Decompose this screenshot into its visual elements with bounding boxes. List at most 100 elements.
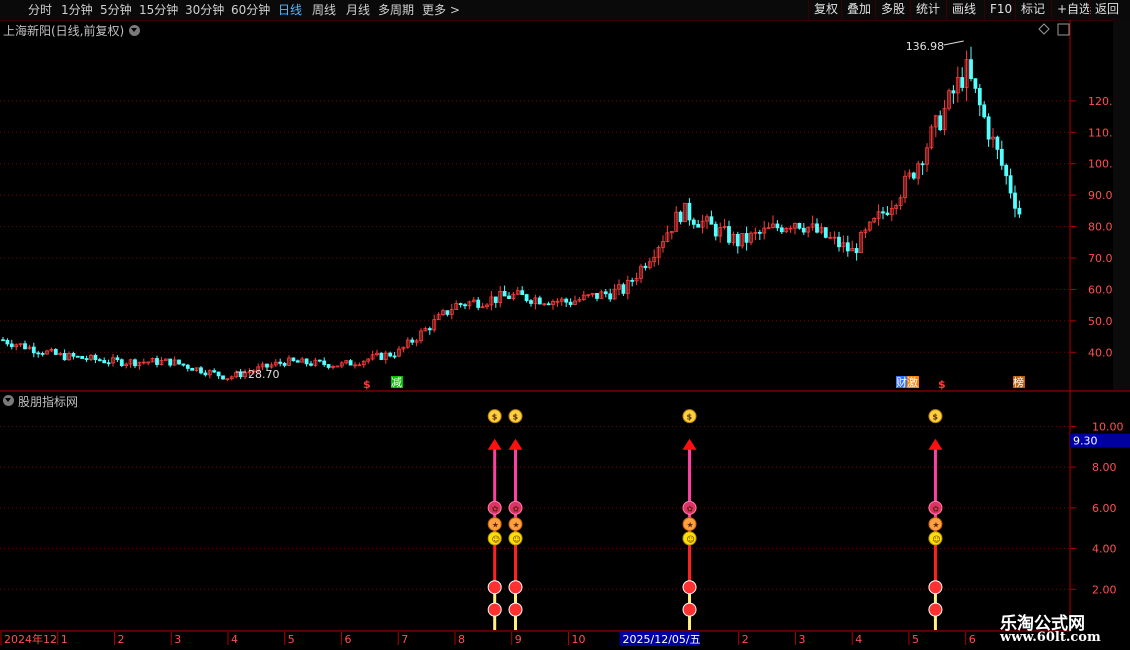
svg-text:★: ★: [492, 521, 499, 530]
tiger-icon: ★: [487, 517, 502, 532]
buy-arrow-icon: [682, 438, 697, 450]
candle-body: [502, 290, 507, 297]
candle-body: [977, 88, 982, 106]
candle-body: [326, 364, 331, 368]
svg-text:☺: ☺: [687, 535, 695, 544]
candle-body: [388, 352, 393, 357]
candle-body: [969, 59, 973, 80]
time-label-6: 6: [344, 633, 351, 646]
candle-body: [779, 227, 784, 233]
watermark-url: www.60lt.com: [1000, 630, 1101, 645]
candle-body: [463, 304, 467, 307]
current-value: 9.30: [1073, 435, 1098, 448]
candle-body: [9, 343, 14, 348]
candle-body: [31, 346, 36, 354]
grid-lines: [0, 20, 1130, 632]
svg-text:$: $: [687, 413, 693, 422]
svg-text:☺: ☺: [513, 535, 521, 544]
candle-body: [304, 358, 309, 365]
y-tick-sub-3: 4.00: [1092, 543, 1117, 556]
red-ball-icon: [682, 580, 697, 595]
candle-body: [1008, 175, 1013, 194]
event-marker-5: 榜: [1013, 375, 1024, 389]
indicator-signals: $ ✿ ★ ☺ $ ✿ ★ ☺ $ ✿ ★ ☺ $ ✿ ★ ☺: [487, 409, 943, 630]
flower-icon: ✿: [928, 500, 943, 515]
candle-body: [322, 360, 327, 365]
time-label-10: 10: [571, 633, 585, 646]
red-ball-icon: [682, 602, 697, 617]
candle-body: [1017, 207, 1022, 215]
tiger-icon: ★: [928, 517, 943, 532]
candle-body: [801, 227, 806, 233]
indicator-title: 股朋指标网: [18, 395, 79, 409]
candle-body: [40, 353, 45, 355]
candle-body: [595, 292, 599, 299]
svg-text:$: $: [513, 413, 519, 422]
candle-body: [823, 227, 828, 238]
candle-body: [75, 355, 80, 358]
y-tick-sub-0: 10.00: [1092, 420, 1124, 433]
candle-body: [23, 343, 27, 350]
panel-toggle-icon[interactable]: [1057, 23, 1070, 36]
candle-body: [643, 265, 648, 269]
flower-icon: ✿: [508, 500, 523, 515]
event-marker-2: 财: [896, 375, 907, 389]
candle-body: [291, 357, 296, 362]
candle-body: [71, 353, 76, 357]
time-label-5: 5: [288, 633, 295, 646]
candle-body: [837, 236, 841, 248]
candle-body: [520, 290, 525, 295]
y-tick-sub-4: 2.00: [1092, 583, 1117, 596]
tiger-icon: ★: [508, 517, 523, 532]
cursor-date: 2025/12/05/五: [623, 633, 701, 646]
subchart-collapse-icon[interactable]: [3, 395, 14, 406]
candle-body: [119, 359, 124, 366]
time-axis-bg: [0, 632, 1070, 650]
chart-canvas[interactable]: 136.98 28.70 $ 减 财激 $ 榜 120.0110.0100.090.0080…: [0, 0, 1130, 650]
smile-icon: ☺: [682, 531, 697, 546]
candle-body: [608, 293, 613, 300]
time-label-8: 8: [458, 633, 465, 646]
diamond-icon[interactable]: [1038, 23, 1050, 35]
side-panel-edge: [1113, 20, 1130, 390]
candle-body: [493, 296, 498, 303]
candle-body: [744, 233, 749, 243]
candle-body: [727, 226, 731, 243]
candle-body: [185, 364, 190, 369]
time-label-2: 2: [117, 633, 124, 646]
smile-icon: ☺: [487, 531, 502, 546]
candle-body: [885, 212, 890, 215]
candle-body: [379, 352, 384, 360]
candle-body: [797, 222, 802, 229]
svg-text:$: $: [492, 413, 498, 422]
candle-body: [546, 303, 551, 306]
event-marker-4: $: [938, 378, 946, 391]
svg-text:★: ★: [932, 521, 939, 530]
candle-body: [735, 233, 740, 247]
candle-body: [392, 355, 397, 358]
candle-body: [1013, 192, 1017, 209]
candle-body: [410, 339, 415, 343]
candle-body: [155, 358, 159, 365]
candle-body: [62, 352, 67, 361]
candle-body: [951, 90, 956, 94]
candle-body: [757, 231, 762, 234]
candle-body: [845, 242, 850, 252]
buy-arrow-icon: [508, 438, 523, 450]
candle-body: [265, 363, 269, 368]
smile-icon: ☺: [508, 531, 523, 546]
red-ball-icon: [928, 602, 943, 617]
money-bag-icon: $: [508, 409, 523, 424]
candle-body: [295, 360, 300, 363]
candle-body: [445, 310, 450, 315]
svg-text:$: $: [932, 413, 938, 422]
y-tick-sub-2: 6.00: [1092, 502, 1117, 515]
candle-body: [691, 219, 696, 225]
candle-body: [713, 223, 718, 237]
time-label-1: 1: [61, 633, 68, 646]
time-label-15: 4: [855, 633, 862, 646]
price-axes: 120.0110.0100.090.0080.0070.0060.0050.00…: [1038, 20, 1130, 596]
candle-body: [102, 360, 107, 364]
time-label-0: 2024年12: [4, 632, 57, 646]
candle-body: [97, 359, 102, 362]
